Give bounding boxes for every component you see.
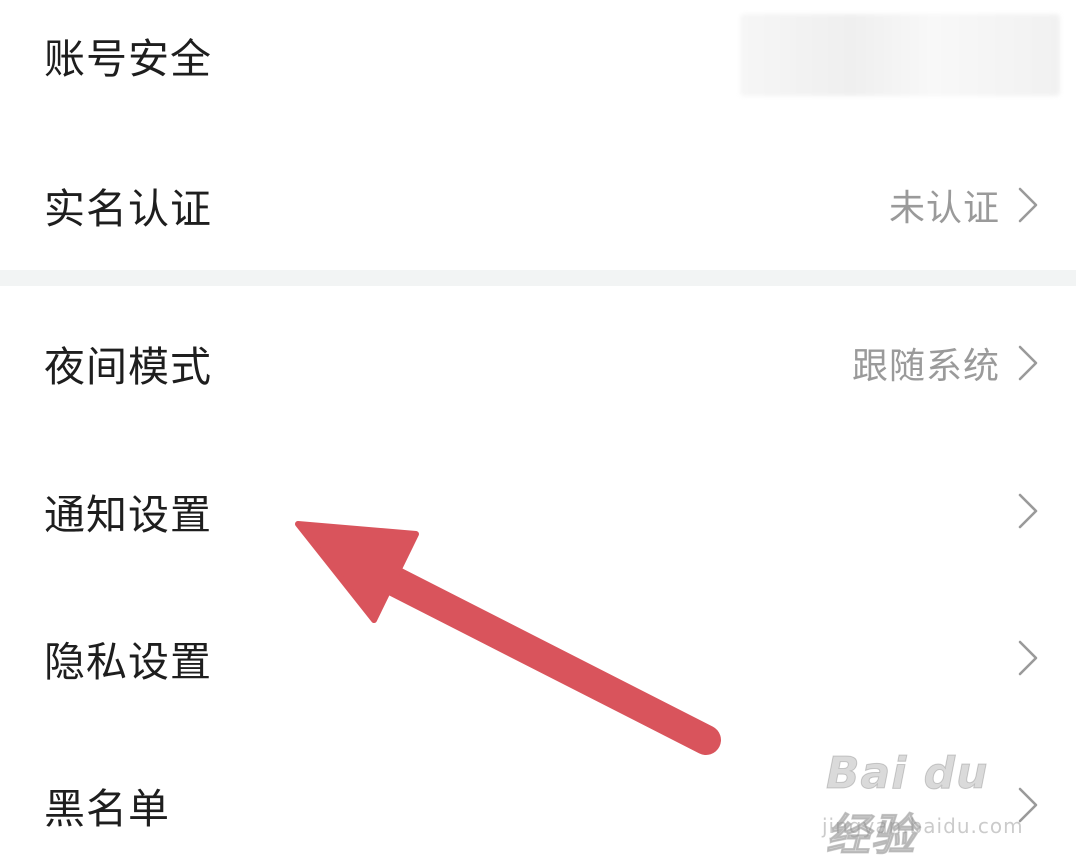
settings-item-night-mode[interactable]: 夜间模式 跟随系统 [0,308,1076,418]
redacted-value [740,14,1060,96]
chevron-right-icon [1018,640,1038,676]
settings-item-label: 通知设置 [44,491,212,539]
section-divider [0,270,1076,286]
settings-page: 账号安全 实名认证 未认证 夜间模式 跟随系统 通知设置 隐私设置 黑名单 Ba… [0,0,1076,864]
watermark-url: jingyan.baidu.com [822,814,1024,838]
annotation-arrow-icon [295,521,721,755]
settings-item-privacy[interactable]: 隐私设置 [0,603,1076,713]
settings-item-value: 跟随系统 [851,346,1000,387]
settings-item-value: 未认证 [888,188,1000,229]
settings-item-label: 实名认证 [44,185,212,233]
baidu-jingyan-watermark: Bai du 经验 jingyan.baidu.com [820,748,1040,862]
watermark-brand: Bai du 经验 [826,748,989,862]
chevron-right-icon [1018,187,1038,223]
settings-item-real-name[interactable]: 实名认证 未认证 [0,150,1076,260]
settings-item-notifications[interactable]: 通知设置 [0,456,1076,566]
chevron-right-icon [1018,493,1038,529]
chevron-right-icon [1018,345,1038,381]
settings-item-label: 隐私设置 [44,638,212,686]
settings-item-label: 夜间模式 [44,343,212,391]
